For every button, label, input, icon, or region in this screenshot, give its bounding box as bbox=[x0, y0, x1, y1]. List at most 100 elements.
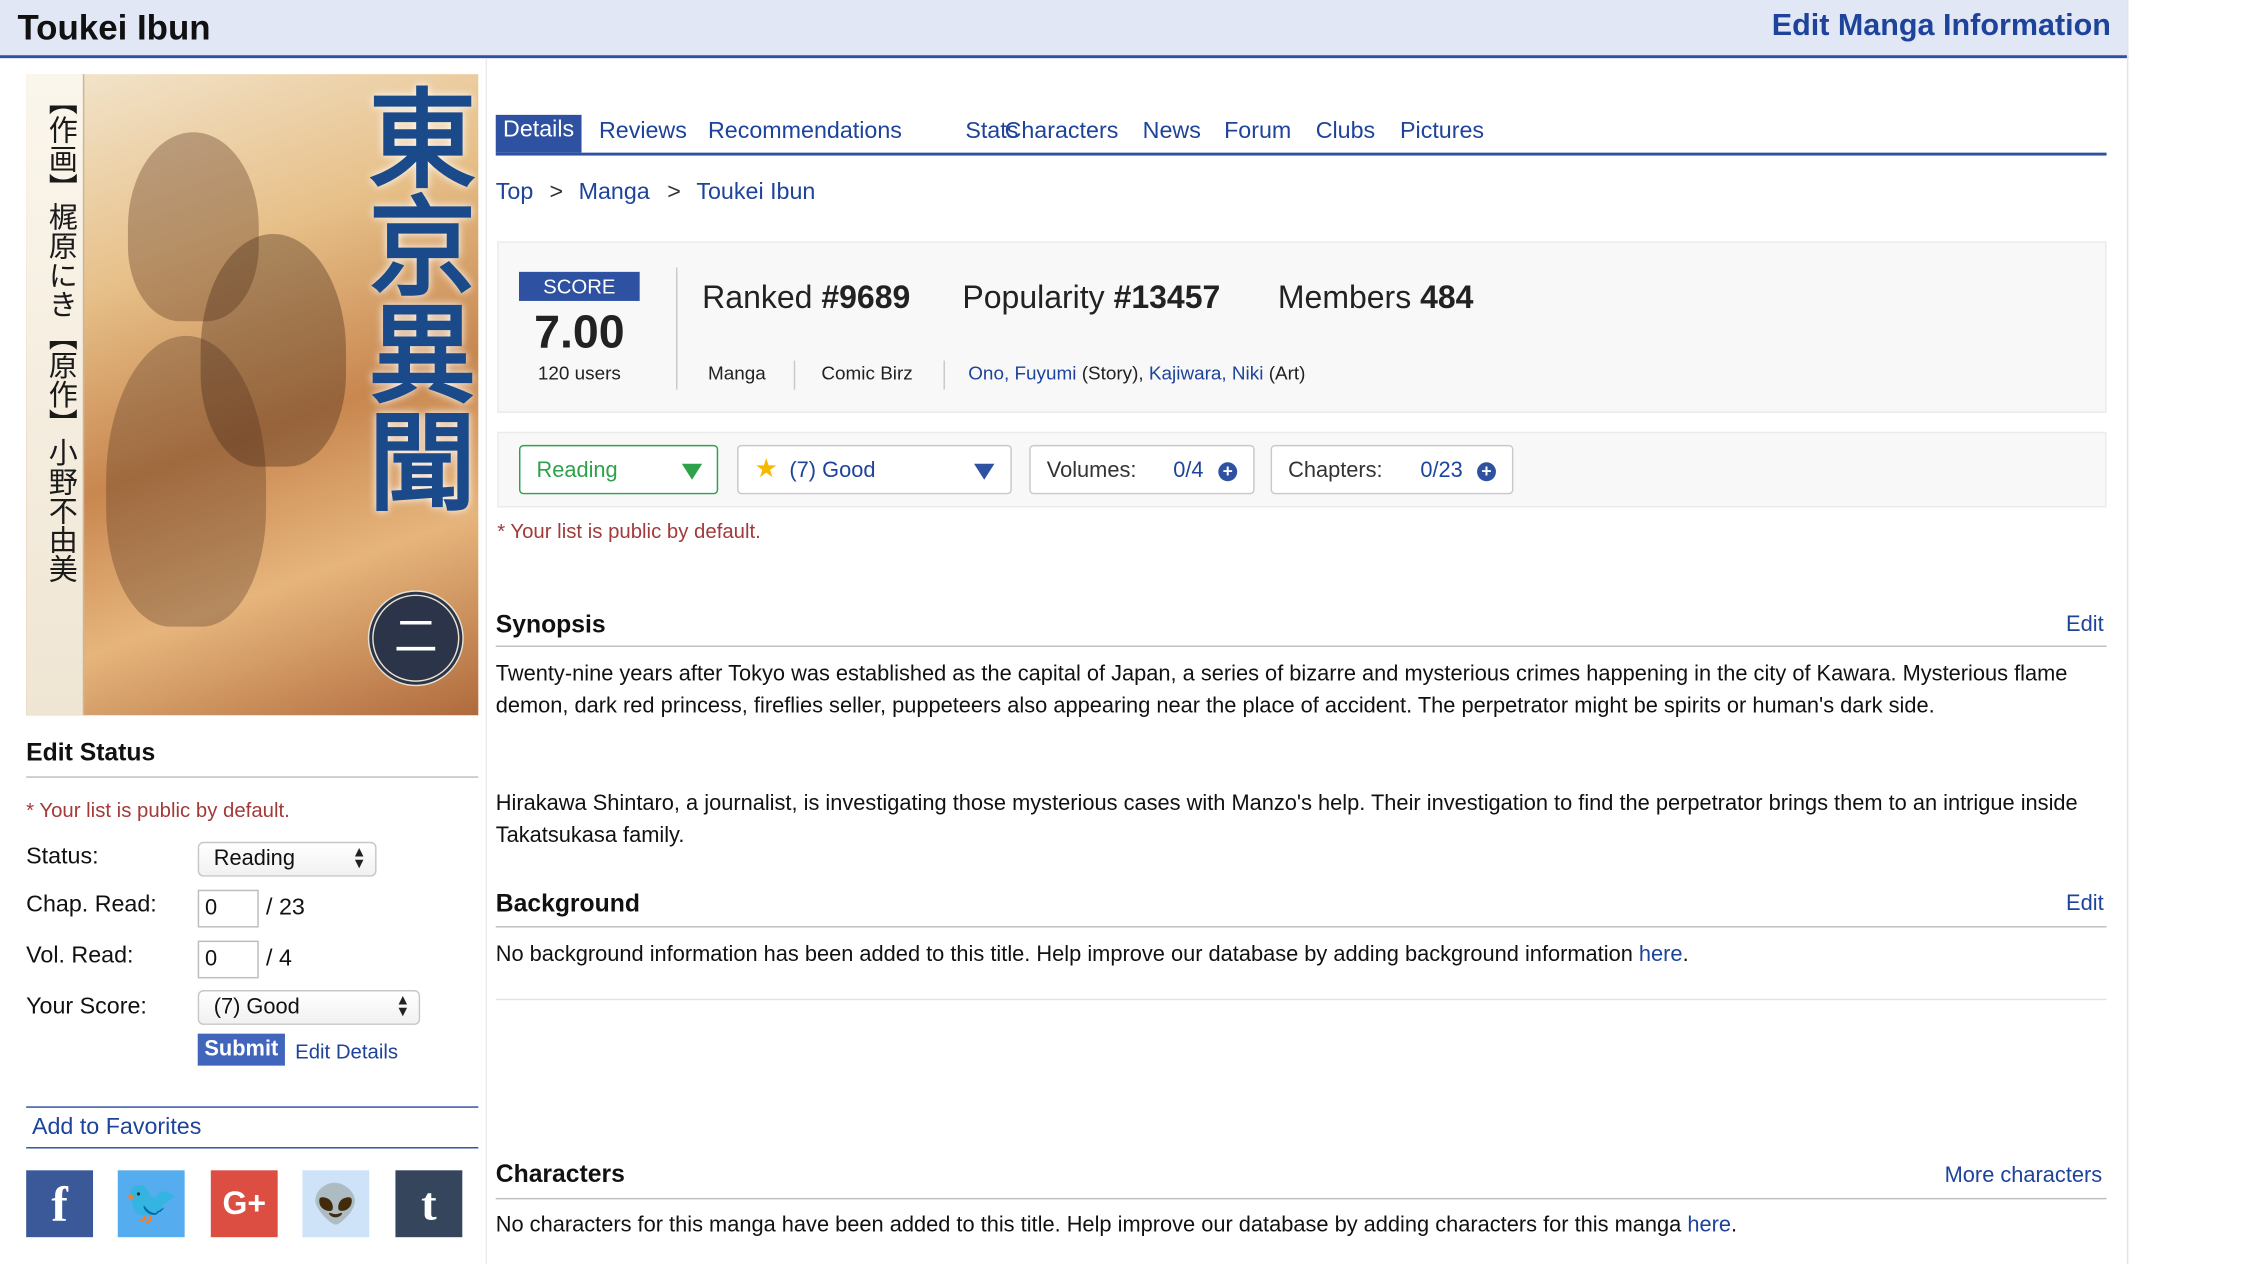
submit-button[interactable]: Submit bbox=[197, 1033, 285, 1066]
punctuation: . bbox=[1682, 942, 1689, 967]
cover-title-text: 東京異聞 bbox=[350, 82, 476, 514]
divider bbox=[793, 360, 796, 390]
facebook-icon: f bbox=[51, 1179, 68, 1233]
characters-text: No characters for this manga have been a… bbox=[496, 1210, 2102, 1242]
volumes-label: Volumes: bbox=[1046, 457, 1137, 483]
author-role: (Story), bbox=[1081, 361, 1144, 384]
breadcrumb-manga[interactable]: Manga bbox=[579, 180, 650, 206]
page-header: Toukei Ibun Edit Manga Information bbox=[0, 0, 2129, 59]
chap-read-input[interactable]: 0 bbox=[197, 889, 259, 928]
divider bbox=[26, 1147, 479, 1149]
score-badge: SCORE bbox=[519, 271, 640, 301]
background-edit-link[interactable]: Edit bbox=[2066, 891, 2104, 916]
divider bbox=[495, 1197, 2107, 1200]
plus-circle-icon[interactable]: + bbox=[1218, 462, 1238, 482]
dropdown-arrow-icon bbox=[681, 463, 703, 480]
synopsis-paragraph: Hirakawa Shintaro, a journalist, is inve… bbox=[495, 790, 2078, 848]
google-plus-icon: G+ bbox=[222, 1184, 267, 1222]
background-here-link[interactable]: here bbox=[1639, 942, 1683, 967]
tumblr-icon: t bbox=[421, 1177, 437, 1230]
vol-read-label: Vol. Read: bbox=[26, 943, 134, 969]
tab-recommendations[interactable]: Recommendations bbox=[708, 119, 902, 145]
edit-details-link[interactable]: Edit Details bbox=[295, 1039, 398, 1062]
background-heading: Background bbox=[495, 889, 640, 918]
plus-circle-icon[interactable]: + bbox=[1477, 462, 1496, 482]
breadcrumb-top[interactable]: Top bbox=[496, 180, 534, 206]
edit-manga-info-link[interactable]: Edit Manga Information bbox=[1772, 9, 2111, 44]
tab-details[interactable]: Details bbox=[495, 114, 582, 153]
tab-clubs[interactable]: Clubs bbox=[1316, 119, 1375, 145]
tab-pictures[interactable]: Pictures bbox=[1400, 119, 1484, 145]
list-score-dropdown[interactable]: ★ (7) Good bbox=[737, 444, 1012, 495]
popularity-label: Popularity bbox=[962, 279, 1105, 316]
authors: Ono, Fuyumi (Story), Kajiwara, Niki (Art… bbox=[968, 362, 1305, 384]
chap-total: / 23 bbox=[266, 895, 305, 921]
author-link[interactable]: Kajiwara, Niki bbox=[1149, 362, 1263, 384]
twitter-share-button[interactable]: 🐦 bbox=[117, 1170, 185, 1238]
volumes-control[interactable]: Volumes: 0/4 + bbox=[1029, 444, 1255, 495]
popularity-stat: Popularity #13457 bbox=[962, 279, 1220, 317]
status-select[interactable]: Reading ▲ ▼ bbox=[197, 841, 377, 877]
cover-side-strip: 【作画】梶原にき 【原作】小野不由美 bbox=[26, 74, 85, 716]
tab-news[interactable]: News bbox=[1143, 119, 1201, 145]
synopsis-edit-link[interactable]: Edit bbox=[2066, 612, 2104, 637]
ranked-stat: Ranked #9689 bbox=[702, 279, 910, 317]
author-link[interactable]: Ono, Fuyumi bbox=[968, 362, 1076, 384]
cover-image[interactable]: 【作画】梶原にき 【原作】小野不由美 東京異聞 二 bbox=[26, 74, 479, 716]
cover-volume-seal: 二 bbox=[367, 590, 464, 687]
list-status-dropdown[interactable]: Reading bbox=[519, 444, 719, 495]
your-score-label: Your Score: bbox=[26, 994, 147, 1020]
chapters-control[interactable]: Chapters: 0/23 + bbox=[1270, 444, 1514, 495]
divider bbox=[495, 926, 2107, 928]
tab-forum[interactable]: Forum bbox=[1224, 119, 1291, 145]
ranked-value: #9689 bbox=[821, 279, 911, 316]
tab-bar: Details Reviews Recommendations Stats Ch… bbox=[495, 114, 2107, 156]
type-link[interactable]: Manga bbox=[708, 362, 766, 384]
members-label: Members bbox=[1277, 279, 1412, 316]
characters-message: No characters for this manga have been a… bbox=[495, 1212, 1682, 1238]
tab-reviews[interactable]: Reviews bbox=[599, 119, 687, 145]
star-icon: ★ bbox=[754, 453, 778, 483]
twitter-icon: 🐦 bbox=[124, 1179, 179, 1228]
page-title: Toukei Ibun bbox=[17, 8, 211, 48]
divider bbox=[26, 1106, 479, 1108]
vol-read-input[interactable]: 0 bbox=[197, 940, 259, 979]
serialization-link[interactable]: Comic Birz bbox=[821, 362, 912, 384]
more-characters-link[interactable]: More characters bbox=[1945, 1163, 2103, 1188]
frame-divider bbox=[2126, 0, 2129, 1264]
members-stat: Members 484 bbox=[1278, 279, 1474, 317]
reddit-share-button[interactable]: 👽 bbox=[302, 1170, 370, 1238]
divider bbox=[495, 998, 2107, 1001]
google-plus-share-button[interactable]: G+ bbox=[210, 1170, 278, 1238]
punctuation: . bbox=[1730, 1212, 1738, 1238]
members-value: 484 bbox=[1420, 279, 1474, 316]
characters-heading: Characters bbox=[495, 1160, 625, 1188]
popularity-value: #13457 bbox=[1113, 279, 1221, 316]
add-to-favorites-link[interactable]: Add to Favorites bbox=[32, 1115, 201, 1141]
tumblr-share-button[interactable]: t bbox=[395, 1170, 463, 1238]
breadcrumb-separator: > bbox=[667, 180, 681, 205]
cover-artist-text: 【作画】梶原にき bbox=[43, 85, 79, 319]
list-status-value: Reading bbox=[536, 457, 618, 483]
score-select[interactable]: (7) Good ▲ ▼ bbox=[197, 990, 421, 1025]
divider bbox=[26, 776, 479, 778]
divider bbox=[943, 360, 945, 390]
divider bbox=[495, 645, 2107, 647]
chapters-value: 0/23 bbox=[1420, 457, 1463, 483]
facebook-share-button[interactable]: f bbox=[26, 1170, 94, 1238]
characters-here-link[interactable]: here bbox=[1687, 1212, 1731, 1237]
breadcrumb-current[interactable]: Toukei Ibun bbox=[696, 180, 815, 206]
cover-author-text: 【原作】小野不由美 bbox=[43, 321, 79, 583]
cover-figure bbox=[106, 335, 267, 627]
author-role: (Art) bbox=[1268, 361, 1306, 384]
score-users: 120 users bbox=[537, 361, 621, 384]
ranked-label: Ranked bbox=[702, 279, 813, 316]
tab-characters[interactable]: Characters bbox=[1005, 119, 1119, 145]
select-arrows-icon: ▲ ▼ bbox=[351, 844, 367, 873]
list-score-value: (7) Good bbox=[789, 457, 876, 483]
volumes-value: 0/4 bbox=[1173, 457, 1204, 483]
dropdown-arrow-icon bbox=[974, 463, 995, 480]
select-arrows-icon: ▲ ▼ bbox=[395, 992, 410, 1021]
edit-status-heading: Edit Status bbox=[26, 738, 156, 767]
synopsis-paragraph: Twenty-nine years after Tokyo was establ… bbox=[495, 661, 2068, 719]
